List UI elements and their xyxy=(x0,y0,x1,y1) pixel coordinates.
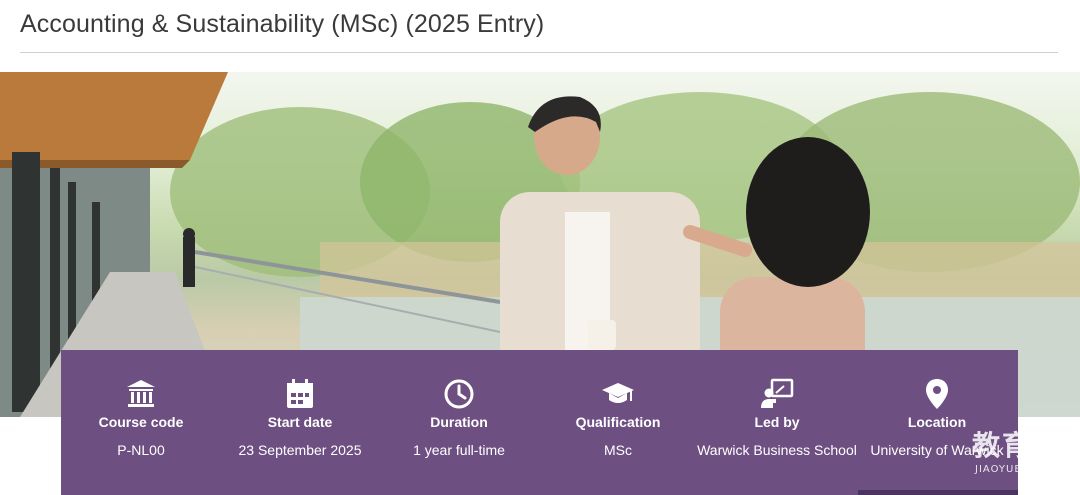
course-code-value: P-NL00 xyxy=(117,442,165,458)
course-info-bar: Course code P-NL00 Start date 23 Septemb… xyxy=(61,350,1018,495)
start-date-item: Start date 23 September 2025 xyxy=(220,350,380,495)
bottom-accent-strip xyxy=(858,490,1018,495)
page-title: Accounting & Sustainability (MSc) (2025 … xyxy=(20,10,545,38)
led-by-label: Led by xyxy=(754,414,800,430)
course-code-label: Course code xyxy=(98,414,184,430)
watermark-logo: 教育宝 JIAOYUBAO.CN xyxy=(972,424,1062,475)
watermark-en-text: JIAOYUBAO.CN xyxy=(975,464,1059,475)
qualification-label: Qualification xyxy=(575,414,661,430)
calendar-icon xyxy=(283,377,317,411)
location-pin-icon xyxy=(920,377,954,411)
duration-label: Duration xyxy=(430,414,488,430)
start-date-value: 23 September 2025 xyxy=(238,442,362,458)
duration-value: 1 year full-time xyxy=(413,442,505,458)
graduation-cap-icon xyxy=(601,377,635,411)
presenter-icon xyxy=(760,377,794,411)
watermark-cn-text: 教育宝 xyxy=(971,429,1062,462)
title-divider xyxy=(20,52,1058,53)
led-by-value: Warwick Business School xyxy=(697,442,857,458)
qualification-value: MSc xyxy=(604,442,632,458)
duration-item: Duration 1 year full-time xyxy=(379,350,539,495)
led-by-item: Led by Warwick Business School xyxy=(697,350,857,495)
course-code-item: Course code P-NL00 xyxy=(61,350,221,495)
start-date-label: Start date xyxy=(267,414,333,430)
clock-icon xyxy=(442,377,476,411)
building-icon xyxy=(124,377,158,411)
qualification-item: Qualification MSc xyxy=(538,350,698,495)
